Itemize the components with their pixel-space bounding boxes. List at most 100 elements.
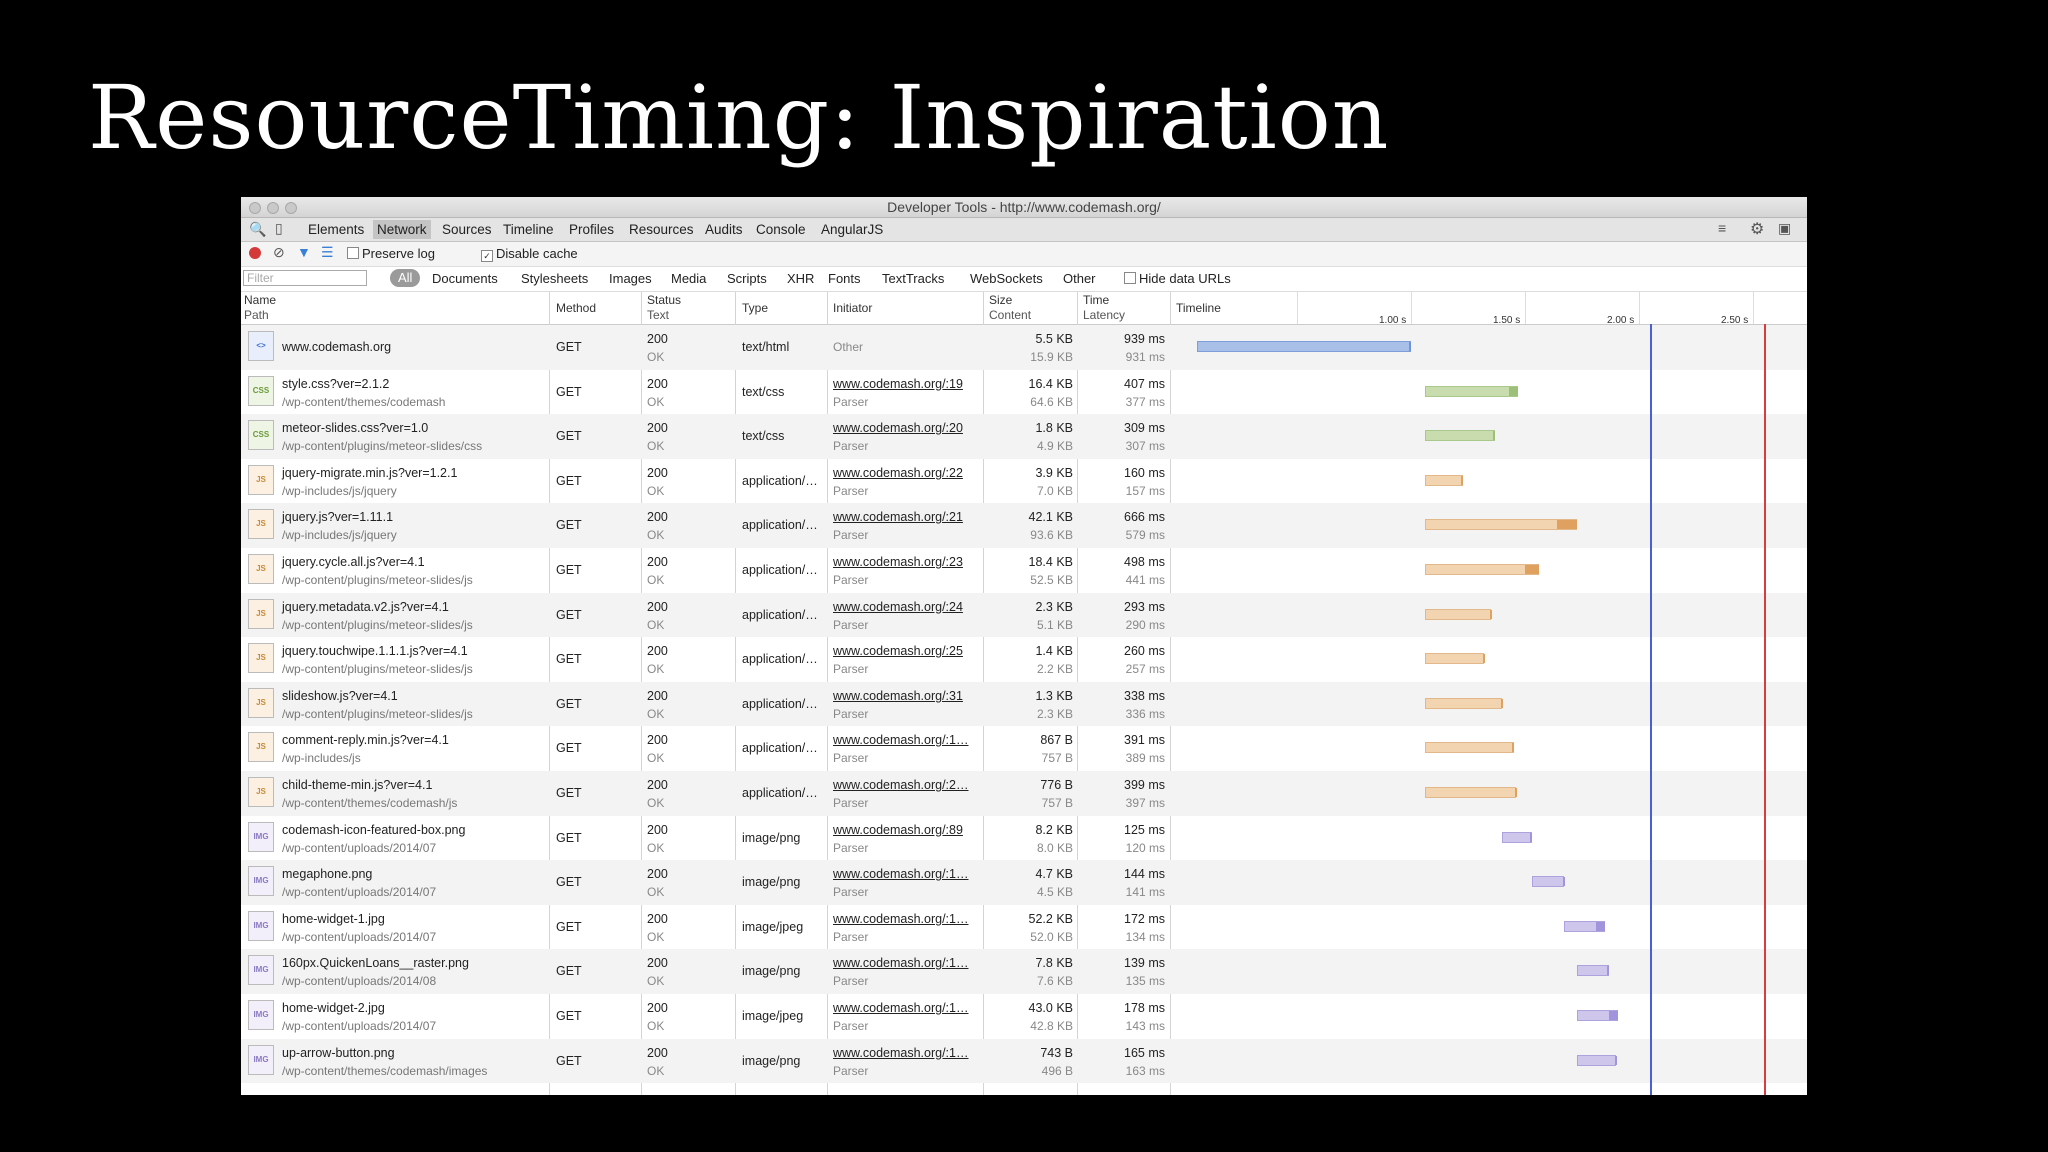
dock-icon[interactable]: ▣ (1778, 220, 1791, 237)
timeline-bar[interactable] (1531, 876, 1565, 888)
col-text-header[interactable]: Text (647, 308, 669, 322)
request-initiator-link: www.codemash.org/:21 (833, 510, 963, 525)
table-row[interactable]: JS comment-reply.min.js?ver=4.1/wp-includ… (241, 726, 1807, 771)
col-method-header[interactable]: Method (556, 301, 596, 315)
table-row[interactable]: JS slideshow.js?ver=4.1/wp-content/plugin… (241, 681, 1807, 727)
timeline-bar[interactable] (1424, 564, 1539, 575)
col-size-header[interactable]: Size (989, 293, 1012, 307)
dom-content-loaded-marker (1650, 324, 1653, 1095)
table-row[interactable]: IMG megaphone.png/wp-content/uploads/2014… (241, 860, 1807, 905)
timeline-bar-latency (1607, 966, 1610, 976)
large-rows-icon[interactable]: ☰ (321, 244, 334, 261)
table-row[interactable]: IMG codemash-icon-featured-box.png/wp-con… (241, 816, 1807, 861)
filter-input[interactable]: Filter (243, 270, 367, 286)
gear-icon[interactable]: ⚙ (1750, 219, 1764, 239)
request-path: /wp-content/themes/codemash/js (282, 796, 458, 810)
timeline-bar[interactable] (1424, 653, 1485, 665)
filter-type-media[interactable]: Media (671, 271, 706, 286)
timeline-bar[interactable] (1424, 474, 1464, 486)
table-row[interactable]: JS jquery.touchwipe.1.1.1.js?ver=4.1/wp-c… (241, 637, 1807, 682)
filter-type-texttracks[interactable]: TextTracks (882, 271, 944, 286)
col-timeline-header[interactable]: Timeline (1176, 301, 1221, 315)
filter-icon[interactable]: ▼ (297, 244, 311, 260)
request-name: jquery.metadata.v2.js?ver=4.1 (282, 599, 449, 614)
col-content-header[interactable]: Content (989, 308, 1031, 322)
filter-type-stylesheets[interactable]: Stylesheets (521, 271, 588, 286)
disable-cache-checkbox[interactable]: ✓ Disable cache (481, 246, 578, 262)
timeline-bar[interactable] (1424, 787, 1517, 798)
filter-type-documents[interactable]: Documents (432, 271, 498, 286)
preserve-log-checkbox[interactable]: Preserve log (347, 246, 435, 261)
tab-console[interactable]: Console (756, 222, 806, 237)
timeline-bar[interactable] (1424, 519, 1578, 531)
request-name: 160px.QuickenLoans__raster.png (282, 956, 469, 971)
request-initiator-detail: Parser (833, 974, 869, 989)
col-latency-header[interactable]: Latency (1083, 308, 1125, 322)
request-status: 200 (647, 867, 668, 882)
timeline-bar[interactable] (1577, 1010, 1619, 1021)
timeline-bar[interactable] (1577, 1054, 1618, 1066)
timeline-bar[interactable] (1577, 965, 1610, 977)
clear-icon[interactable]: ⊘ (273, 244, 285, 261)
request-type: application/… (742, 563, 818, 577)
table-row[interactable]: CSS meteor-slides.css?ver=1.0/wp-content/… (241, 414, 1807, 459)
timeline-bar[interactable] (1424, 742, 1515, 754)
console-drawer-icon[interactable]: ≡ (1718, 220, 1726, 236)
request-initiator-link: www.codemash.org/:1… (833, 1001, 969, 1015)
tab-angularjs[interactable]: AngularJS (821, 222, 883, 237)
table-row[interactable]: IMG 160px.QuickenLoans__raster.png/wp-con… (241, 949, 1807, 994)
tab-audits[interactable]: Audits (705, 222, 743, 237)
col-path-header[interactable]: Path (244, 308, 269, 322)
col-initiator-header[interactable]: Initiator (833, 301, 872, 315)
filter-type-websockets[interactable]: WebSockets (970, 271, 1043, 286)
tab-elements[interactable]: Elements (308, 222, 364, 237)
timeline-bar[interactable] (1424, 430, 1496, 442)
timeline-bar[interactable] (1196, 341, 1411, 352)
table-row[interactable]: JS jquery.js?ver=1.11.1/wp-includes/js/jq… (241, 503, 1807, 548)
table-row[interactable]: JS jquery.cycle.all.js?ver=4.1/wp-content… (241, 548, 1807, 593)
table-row[interactable]: JS child-theme-min.js?ver=4.1/wp-content/… (241, 771, 1807, 816)
tab-resources[interactable]: Resources (629, 222, 694, 237)
request-time: 407 ms (1124, 376, 1165, 391)
request-size: 52.2 KB (1028, 911, 1073, 926)
table-row[interactable]: IMG home-widget-1.jpg/wp-content/uploads/… (241, 905, 1807, 950)
filter-type-fonts[interactable]: Fonts (828, 271, 861, 286)
request-content-size: 757 B (1041, 751, 1073, 766)
table-row[interactable]: IMG up-arrow-button.png/wp-content/themes… (241, 1038, 1807, 1084)
table-row[interactable]: CSS style.css?ver=2.1.2/wp-content/themes… (241, 370, 1807, 415)
col-name-header[interactable]: Name (244, 293, 276, 307)
timeline-bar[interactable] (1424, 608, 1492, 620)
table-row[interactable]: IMG home-widget-2.jpg/wp-content/uploads/… (241, 994, 1807, 1039)
filter-type-images[interactable]: Images (609, 271, 652, 286)
load-event-marker (1764, 324, 1767, 1095)
filter-type-all[interactable]: All (390, 269, 421, 287)
col-status-header[interactable]: Status (647, 293, 681, 307)
search-icon[interactable]: 🔍 (249, 221, 266, 238)
filter-type-scripts[interactable]: Scripts (727, 271, 767, 286)
timeline-bar-latency (1489, 609, 1492, 619)
request-initiator-link: www.codemash.org/:24 (833, 599, 963, 614)
timeline-bar[interactable] (1424, 385, 1519, 397)
filter-type-xhr[interactable]: XHR (787, 271, 814, 286)
tab-timeline[interactable]: Timeline (503, 222, 554, 237)
col-type-header[interactable]: Type (742, 301, 768, 315)
timeline-bar[interactable] (1563, 920, 1605, 932)
script-file-icon: JS (248, 598, 274, 629)
request-size: 18.4 KB (1028, 555, 1073, 569)
device-mode-icon[interactable]: ▯ (275, 220, 283, 237)
tab-network[interactable]: Network (373, 220, 431, 239)
tab-sources[interactable]: Sources (442, 222, 492, 237)
hide-data-urls-checkbox[interactable]: Hide data URLs (1124, 271, 1231, 286)
record-button[interactable] (249, 247, 261, 259)
timeline-bar[interactable] (1424, 697, 1504, 709)
request-latency: 141 ms (1125, 885, 1165, 900)
table-row[interactable]: JS jquery-migrate.min.js?ver=1.2.1/wp-inc… (241, 459, 1807, 504)
request-name: codemash-icon-featured-box.png (282, 822, 466, 837)
table-row[interactable]: JS jquery.metadata.v2.js?ver=4.1/wp-conte… (241, 592, 1807, 638)
timeline-bar[interactable] (1502, 831, 1532, 843)
tab-profiles[interactable]: Profiles (569, 222, 614, 237)
filter-type-other[interactable]: Other (1063, 271, 1096, 286)
col-time-header[interactable]: Time (1083, 293, 1109, 307)
request-type: application/… (742, 786, 818, 800)
table-row[interactable]: <> www.codemash.org GET 200 OK text/html Other… (241, 325, 1807, 370)
